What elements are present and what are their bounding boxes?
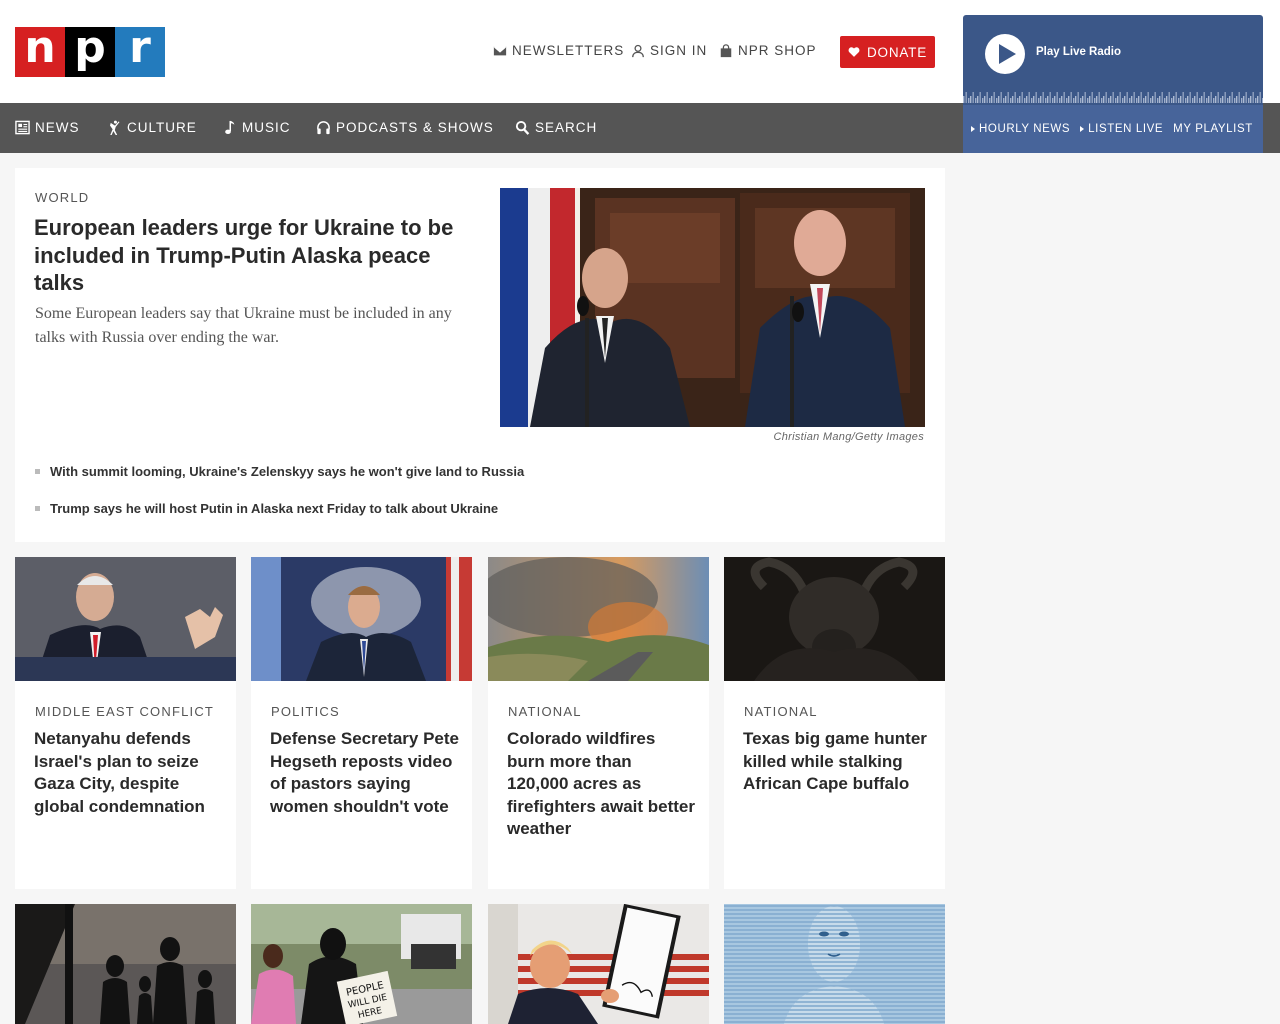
nav-item-search[interactable]: SEARCH <box>515 120 597 135</box>
play-icon <box>999 44 1016 64</box>
related-link[interactable]: Trump says he will host Putin in Alaska … <box>35 501 498 516</box>
bullet-icon <box>35 506 40 511</box>
hourly-news-label: HOURLY NEWS <box>979 123 1071 135</box>
related-label: Trump says he will host Putin in Alaska … <box>50 501 499 516</box>
my-playlist-label: MY PLAYLIST <box>1173 123 1253 135</box>
hourly-news-link[interactable]: HOURLY NEWS <box>971 123 1070 135</box>
story-slug[interactable]: WORLD <box>35 190 89 205</box>
story-title[interactable]: Texas big game hunter killed while stalk… <box>743 728 933 796</box>
story-card: NATIONAL Colorado wildfires burn more th… <box>488 557 709 889</box>
music-note-icon <box>225 120 235 134</box>
story-thumbnail[interactable]: PEOPLE WILL DIE HERE <box>251 904 472 1024</box>
shopping-bag-icon <box>720 43 732 57</box>
triangle-icon <box>1080 126 1085 132</box>
story-slug[interactable]: POLITICS <box>271 704 340 719</box>
story-card: MIDDLE EAST CONFLICT Netanyahu defends I… <box>15 557 236 889</box>
story-title[interactable]: Colorado wildfires burn more than 120,00… <box>507 728 697 841</box>
play-live-radio-label[interactable]: Play Live Radio <box>1036 46 1121 58</box>
newsletters-label: NEWSLETTERS <box>512 43 625 58</box>
triangle-icon <box>971 126 975 132</box>
nav-label: NEWS <box>35 120 80 135</box>
related-link[interactable]: With summit looming, Ukraine's Zelenskyy… <box>35 464 524 479</box>
featured-headline[interactable]: European leaders urge for Ukraine to be … <box>34 214 474 297</box>
story-thumbnail[interactable] <box>724 904 945 1024</box>
nav-label: PODCASTS & SHOWS <box>336 120 494 135</box>
my-playlist-link[interactable]: MY PLAYLIST <box>1173 123 1253 135</box>
logo-letter-n: n <box>15 26 65 77</box>
story-thumbnail[interactable] <box>15 904 236 1024</box>
player-links: HOURLY NEWS LISTEN LIVE MY PLAYLIST <box>963 105 1263 153</box>
headphones-icon <box>317 121 330 135</box>
photo-credit: Christian Mang/Getty Images <box>773 431 924 443</box>
nav-item-music[interactable]: MUSIC <box>222 120 291 135</box>
npr-shop-link[interactable]: NPR SHOP <box>719 43 817 58</box>
listen-live-link[interactable]: LISTEN LIVE <box>1080 123 1163 135</box>
story-thumbnail[interactable] <box>724 557 945 681</box>
story-thumbnail[interactable] <box>251 557 472 681</box>
featured-teaser: Some European leaders say that Ukraine m… <box>35 305 452 346</box>
story-slug[interactable]: NATIONAL <box>508 704 582 719</box>
audio-waveform <box>963 87 1263 103</box>
nav-label: SEARCH <box>535 120 598 135</box>
listen-live-label: LISTEN LIVE <box>1088 123 1164 135</box>
search-icon <box>515 120 530 135</box>
story-thumbnail[interactable] <box>15 557 236 681</box>
story-title[interactable]: Netanyahu defends Israel's plan to seize… <box>34 728 224 818</box>
nav-item-news[interactable]: NEWS <box>15 120 80 135</box>
heart-icon <box>848 47 860 57</box>
story-card: POLITICS Defense Secretary Pete Hegseth … <box>251 557 472 889</box>
nav-label: MUSIC <box>242 120 291 135</box>
npr-logo[interactable]: n p r <box>15 26 165 77</box>
story-slug[interactable]: NATIONAL <box>744 704 818 719</box>
dancer-icon <box>110 120 120 135</box>
play-button[interactable] <box>985 34 1025 74</box>
npr-shop-label: NPR SHOP <box>738 43 817 58</box>
featured-photo[interactable] <box>500 188 925 427</box>
story-thumbnail[interactable] <box>488 904 709 1024</box>
nav-item-podcasts-shows[interactable]: PODCASTS & SHOWS <box>316 120 494 135</box>
live-radio-player: Play Live Radio HOURLY NEWS LISTEN LIVE … <box>963 15 1263 153</box>
donate-label: DONATE <box>866 44 928 60</box>
story-thumbnail[interactable] <box>488 557 709 681</box>
logo-letter-r: r <box>115 26 165 77</box>
nav-label: CULTURE <box>127 120 197 135</box>
sign-in-label: SIGN IN <box>650 43 708 58</box>
user-icon <box>632 44 644 57</box>
story-card: NATIONAL Texas big game hunter killed wh… <box>724 557 945 889</box>
envelope-icon <box>493 46 507 55</box>
story-slug[interactable]: MIDDLE EAST CONFLICT <box>35 704 214 719</box>
related-label: With summit looming, Ukraine's Zelenskyy… <box>50 464 525 479</box>
sign-in-link[interactable]: SIGN IN <box>631 43 707 58</box>
newsletters-link[interactable]: NEWSLETTERS <box>493 43 624 58</box>
featured-story: WORLD European leaders urge for Ukraine … <box>15 168 945 542</box>
bullet-icon <box>35 469 40 474</box>
newspaper-icon <box>15 120 30 135</box>
donate-button[interactable]: DONATE <box>840 36 935 68</box>
nav-item-culture[interactable]: CULTURE <box>107 120 197 135</box>
logo-letter-p: p <box>65 26 115 77</box>
story-title[interactable]: Defense Secretary Pete Hegseth reposts v… <box>270 728 460 818</box>
